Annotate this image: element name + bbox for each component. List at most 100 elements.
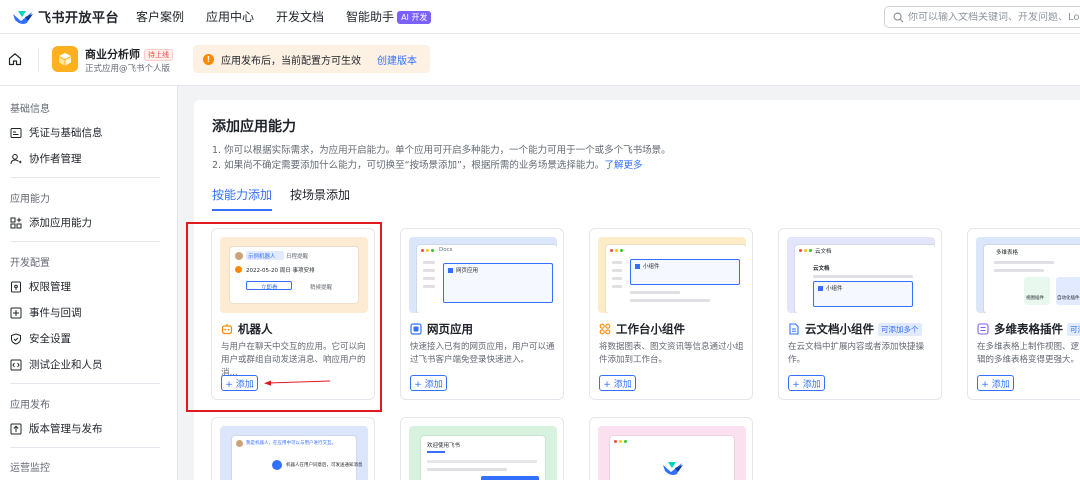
sidebar: 基础信息 凭证与基础信息 协作者管理 应用能力 添加应用能力 开发配置 权限管理… bbox=[0, 86, 178, 480]
nav-app-center[interactable]: 应用中心 bbox=[206, 8, 254, 25]
window-dots bbox=[421, 249, 436, 252]
preview-text: 视图插件 bbox=[1026, 296, 1044, 301]
nav-ai-assistant[interactable]: 智能助手 AI 开发 bbox=[346, 8, 432, 25]
welcome-preview: 欢迎使用飞书 bbox=[409, 426, 557, 480]
card-description: 将数据图表、图文资讯等信息通过小组件添加到工作台。 bbox=[599, 342, 744, 365]
preview-window: 欢迎使用飞书 bbox=[421, 436, 545, 480]
nav-customer-cases[interactable]: 客户案例 bbox=[136, 8, 184, 25]
add-doc-widget-button[interactable]: + 添加 bbox=[788, 375, 825, 391]
sidebar-item-label: 权限管理 bbox=[29, 281, 71, 293]
card-title: 多维表格插件 可添 bbox=[977, 321, 1080, 337]
preview-text: 小组件 bbox=[643, 264, 660, 270]
lock-icon bbox=[11, 281, 21, 292]
shield-icon bbox=[11, 332, 21, 345]
sidebar-group-monitoring: 运营监控 bbox=[10, 463, 50, 474]
preview-text: 网页应用 bbox=[456, 268, 479, 274]
document-icon bbox=[789, 323, 799, 335]
grid-plus-icon bbox=[10, 217, 22, 228]
preview-window: 云文档 云文档 小组件 bbox=[795, 245, 935, 313]
add-web-app-button[interactable]: + 添加 bbox=[410, 375, 447, 391]
brand-name: 飞书开放平台 bbox=[38, 11, 120, 26]
scenario-card-welcome[interactable]: 欢迎使用飞书 bbox=[400, 417, 564, 480]
sidebar-item-permissions[interactable]: 权限管理 bbox=[10, 279, 71, 294]
add-widget-button[interactable]: + 添加 bbox=[599, 375, 636, 391]
sidebar-group-capabilities: 应用能力 bbox=[10, 194, 50, 205]
search-input[interactable] bbox=[908, 11, 1080, 23]
app-icon bbox=[52, 46, 78, 72]
code-icon bbox=[10, 359, 22, 370]
tab-by-scenario[interactable]: 按场景添加 bbox=[290, 186, 350, 211]
preview-window: 小组件 bbox=[606, 245, 746, 313]
preview-text: 多维表格 bbox=[996, 250, 1019, 256]
sidebar-divider bbox=[10, 177, 160, 178]
app-name: 商业分析师 待上线 bbox=[85, 46, 173, 62]
card-title: 网页应用 bbox=[410, 321, 473, 337]
sidebar-item-credentials[interactable]: 凭证与基础信息 bbox=[10, 125, 103, 140]
preview-text: Docs bbox=[439, 247, 453, 253]
capability-card-bitable-plugin[interactable]: 多维表格 视图插件 自动化插件 多维表格插件 可添 在多维表格上制作视图、逻辑的… bbox=[967, 228, 1080, 400]
learn-more-link[interactable]: 了解更多 bbox=[604, 160, 642, 171]
capability-card-doc-widget[interactable]: 云文档 云文档 小组件 云文档小组件 可添加多个 在云文档中扩展内容或者添加快捷… bbox=[778, 228, 942, 400]
sidebar-item-versions[interactable]: 版本管理与发布 bbox=[10, 421, 103, 436]
feishu-logo-icon bbox=[13, 10, 33, 24]
home-icon[interactable] bbox=[8, 52, 22, 66]
sidebar-item-label: 安全设置 bbox=[29, 333, 71, 345]
top-navigation: 飞书开放平台 客户案例 应用中心 开发文档 智能助手 AI 开发 bbox=[0, 0, 1080, 34]
search-box[interactable] bbox=[884, 6, 1080, 28]
preview-window: Docs 网页应用 bbox=[417, 245, 557, 313]
card-description: 在多维表格上制作视图、逻辑的多维表格变得更强大。 bbox=[977, 342, 1080, 365]
view-plugin-tile: 视图插件 bbox=[1024, 277, 1050, 305]
sidebar-item-label: 凭证与基础信息 bbox=[29, 127, 103, 139]
event-icon bbox=[10, 307, 22, 318]
preview-text: 小组件 bbox=[826, 286, 843, 292]
upload-icon bbox=[10, 423, 22, 434]
description-text: 2. 如果尚不确定需要添加什么能力，可切换至“按场景添加”，根据所需的业务场景选… bbox=[212, 160, 605, 171]
card-title: 工作台小组件 bbox=[599, 321, 685, 337]
brand-logo[interactable]: 飞书开放平台 bbox=[12, 7, 124, 26]
nav-dev-docs[interactable]: 开发文档 bbox=[276, 8, 324, 25]
tab-by-capability[interactable]: 按能力添加 bbox=[212, 186, 273, 211]
sidebar-item-test-tenants[interactable]: 测试企业和人员 bbox=[10, 357, 103, 372]
sidebar-group-dev-config: 开发配置 bbox=[10, 258, 50, 269]
sidebar-item-events[interactable]: 事件与回调 bbox=[10, 305, 82, 320]
preview-window: 多维表格 视图插件 自动化插件 bbox=[984, 245, 1080, 313]
ai-badge: AI 开发 bbox=[397, 11, 432, 24]
add-bitable-plugin-button[interactable]: + 添加 bbox=[977, 375, 1014, 391]
capability-card-web-app[interactable]: Docs 网页应用 网页应用 快速接入已有的网页应用，用户可以通过飞书客户端免登… bbox=[400, 228, 564, 400]
preview-text: 我是机器人，在应用中可以与用户进行交互。 bbox=[246, 441, 336, 446]
sidebar-item-label: 添加应用能力 bbox=[29, 217, 92, 229]
sidebar-item-collaborators[interactable]: 协作者管理 bbox=[10, 151, 82, 166]
card-title-text: 云文档小组件 bbox=[805, 322, 874, 336]
chat-preview: 我是机器人，在应用中可以与用户进行交互。 机器人在用户同意后，可发送通知消息 bbox=[220, 426, 368, 480]
web-app-icon bbox=[410, 323, 422, 335]
preview-text: 欢迎使用飞书 bbox=[427, 443, 461, 449]
header-divider bbox=[38, 48, 39, 72]
scenario-card-brand[interactable] bbox=[589, 417, 753, 480]
doc-widget-preview: 云文档 云文档 小组件 bbox=[787, 237, 935, 313]
create-version-link[interactable]: 创建版本 bbox=[377, 52, 417, 67]
sidebar-item-label: 事件与回调 bbox=[29, 307, 82, 319]
automation-plugin-tile: 自动化插件 bbox=[1056, 277, 1080, 305]
capability-card-workplace-widget[interactable]: 小组件 工作台小组件 将数据图表、图文资讯等信息通过小组件添加到工作台。 + 添… bbox=[589, 228, 753, 400]
sidebar-item-add-capability[interactable]: 添加应用能力 bbox=[10, 215, 92, 230]
widget-preview: 小组件 bbox=[598, 237, 746, 313]
sidebar-item-security[interactable]: 安全设置 bbox=[10, 331, 71, 346]
description-line-2: 2. 如果尚不确定需要添加什么能力，可切换至“按场景添加”，根据所需的业务场景选… bbox=[212, 157, 642, 171]
search-icon bbox=[893, 12, 904, 23]
nav-ai-assistant-label: 智能助手 bbox=[346, 10, 395, 24]
card-title-text: 网页应用 bbox=[427, 322, 473, 336]
release-notice: ! 应用发布后，当前配置方可生效 创建版本 bbox=[193, 45, 430, 73]
bitable-preview: 多维表格 视图插件 自动化插件 bbox=[976, 237, 1080, 313]
card-title-text: 多维表格插件 bbox=[994, 322, 1063, 336]
sidebar-group-basic: 基础信息 bbox=[10, 104, 50, 115]
scenario-card-chat[interactable]: 我是机器人，在应用中可以与用户进行交互。 机器人在用户同意后，可发送通知消息 bbox=[211, 417, 375, 480]
app-subtitle: 正式应用@飞书个人版 bbox=[85, 64, 171, 74]
preview-text: 云文档 bbox=[813, 266, 830, 272]
highlighted-widget: 小组件 bbox=[813, 281, 913, 307]
sidebar-item-label: 版本管理与发布 bbox=[29, 423, 103, 435]
multi-add-tag: 可添加多个 bbox=[878, 322, 922, 336]
app-header: 商业分析师 待上线 正式应用@飞书个人版 ! 应用发布后，当前配置方可生效 创建版… bbox=[0, 34, 1080, 86]
card-title-text: 工作台小组件 bbox=[616, 322, 685, 336]
preview-text: 云文档 bbox=[815, 249, 832, 255]
widget-grid-icon bbox=[599, 323, 611, 335]
